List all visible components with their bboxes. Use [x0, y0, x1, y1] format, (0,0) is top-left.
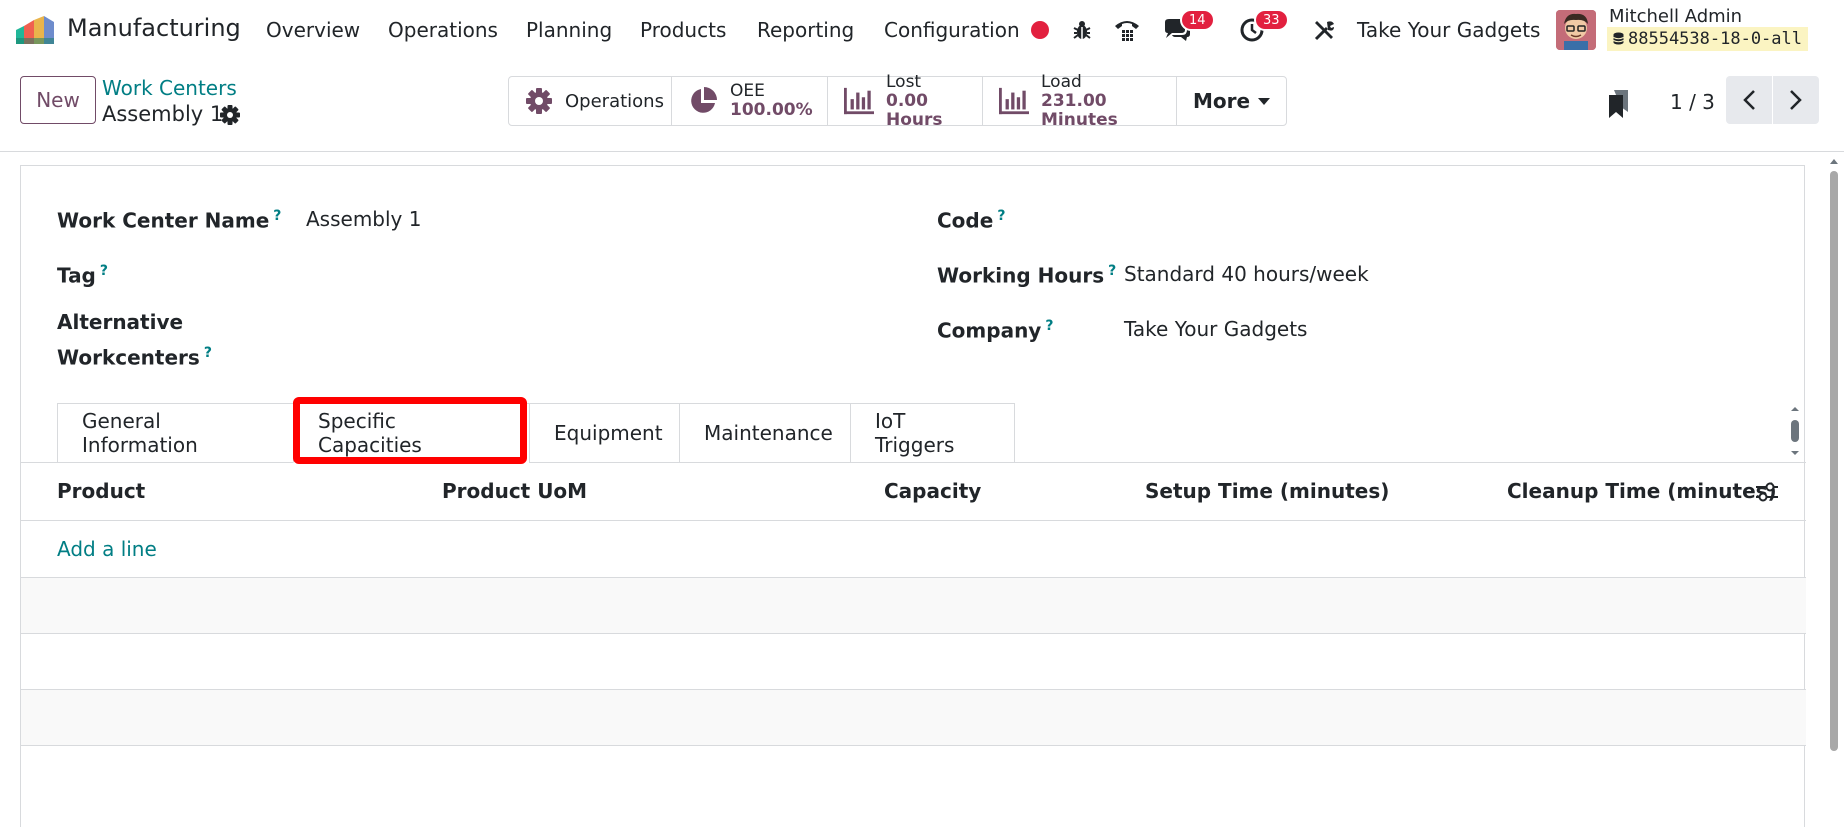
bookmark-icon[interactable]: [1606, 88, 1632, 120]
menu-reporting[interactable]: Reporting: [757, 18, 854, 42]
menu-planning[interactable]: Planning: [526, 18, 612, 42]
pie-chart-icon: [688, 86, 718, 116]
load-value: 231.00 Minutes: [1041, 90, 1118, 130]
more-dropdown-button[interactable]: More: [1177, 77, 1286, 125]
company-switcher[interactable]: Take Your Gadgets: [1357, 18, 1540, 42]
activities-badge: 33: [1254, 9, 1289, 31]
help-tooltip-icon[interactable]: ?: [1108, 263, 1116, 279]
column-product-uom[interactable]: Product UoM: [442, 479, 587, 503]
database-name: 88554538-18-0-all: [1607, 27, 1808, 51]
menu-configuration[interactable]: Configuration: [884, 18, 1020, 42]
phone-icon[interactable]: [1112, 16, 1142, 44]
help-tooltip-icon[interactable]: ?: [1045, 318, 1053, 334]
empty-table-row: [21, 690, 1806, 746]
work-center-name-field[interactable]: Assembly 1: [306, 207, 421, 231]
tab-iot-triggers[interactable]: IoT Triggers: [850, 403, 1015, 463]
gear-icon[interactable]: [219, 104, 241, 126]
lost-label: Lost: [886, 71, 922, 92]
oee-smart-button[interactable]: OEE 100.00%: [672, 77, 828, 125]
database-icon: [1613, 32, 1624, 45]
lost-value: 0.00 Hours: [886, 90, 943, 130]
column-product[interactable]: Product: [57, 479, 145, 503]
company-field[interactable]: Take Your Gadgets: [1124, 317, 1307, 341]
help-tooltip-icon[interactable]: ?: [997, 208, 1005, 224]
database-name-text: 88554538-18-0-all: [1628, 29, 1802, 49]
working-hours-label: Working Hours?: [937, 263, 1117, 288]
page-scrollbar[interactable]: [1826, 155, 1842, 827]
tools-icon[interactable]: [1312, 16, 1338, 44]
tab-equipment[interactable]: Equipment: [529, 403, 679, 463]
breadcrumb-work-centers[interactable]: Work Centers: [102, 76, 237, 100]
tab-specific-capacities[interactable]: Specific Capacities: [293, 403, 529, 463]
messages-badge: 14: [1180, 9, 1215, 31]
tag-label: Tag?: [57, 263, 109, 288]
pager-next-button[interactable]: [1773, 76, 1819, 124]
app-name[interactable]: Manufacturing: [67, 14, 241, 42]
load-smart-button[interactable]: Load 231.00 Minutes: [983, 72, 1177, 129]
add-line-row: Add a line: [21, 521, 1806, 578]
tab-general-information[interactable]: General Information: [57, 403, 293, 463]
menu-operations[interactable]: Operations: [388, 18, 498, 42]
top-navbar: Manufacturing Overview Operations Planni…: [0, 0, 1844, 60]
more-label: More: [1193, 89, 1251, 113]
operations-label: Operations: [565, 90, 664, 112]
menu-products[interactable]: Products: [640, 18, 726, 42]
column-setup-time[interactable]: Setup Time (minutes): [1145, 479, 1389, 503]
record-title: Assembly 1: [102, 102, 224, 126]
empty-table-row: [21, 578, 1806, 634]
pager-value[interactable]: 1 / 3: [1670, 90, 1715, 114]
notebook-tabs: General Information Specific Capacities …: [57, 403, 1015, 463]
bar-chart-icon: [999, 86, 1029, 116]
bug-icon[interactable]: [1070, 16, 1094, 44]
cog-icon: [525, 86, 553, 116]
lost-smart-button[interactable]: Lost 0.00 Hours: [828, 72, 983, 129]
tag-field[interactable]: [306, 262, 906, 288]
tab-maintenance[interactable]: Maintenance: [679, 403, 850, 463]
alternative-workcenters-label-line1: Alternative: [57, 310, 184, 334]
record-dot-icon[interactable]: [1030, 16, 1050, 44]
chevron-right-icon: [1790, 90, 1802, 110]
tabs-scrollbar[interactable]: [1788, 406, 1802, 456]
empty-table-row: [21, 634, 1806, 690]
capacities-table-header: Product Product UoM Capacity Setup Time …: [21, 463, 1806, 521]
working-hours-field[interactable]: Standard 40 hours/week: [1124, 262, 1369, 286]
help-tooltip-icon[interactable]: ?: [100, 263, 108, 279]
add-a-line-link[interactable]: Add a line: [57, 537, 157, 561]
smart-buttons-bar: Operations OEE 100.00% Lost 0.00 Hours L…: [508, 72, 1288, 129]
pager-previous-button[interactable]: [1726, 76, 1772, 124]
help-tooltip-icon[interactable]: ?: [204, 345, 212, 361]
oee-value: 100.00%: [730, 100, 813, 120]
optional-columns-toggle-icon[interactable]: [1754, 480, 1780, 504]
code-field[interactable]: [1124, 207, 1724, 233]
user-avatar[interactable]: [1556, 10, 1596, 50]
user-name[interactable]: Mitchell Admin: [1609, 6, 1742, 27]
control-panel: New Work Centers Assembly 1 Operations O…: [0, 60, 1844, 152]
new-button[interactable]: New: [20, 76, 96, 124]
form-sheet: Work Center Name? Assembly 1 Tag? Altern…: [20, 165, 1806, 827]
column-capacity[interactable]: Capacity: [884, 479, 981, 503]
caret-down-icon: [1258, 97, 1271, 105]
oee-label: OEE: [730, 81, 765, 101]
operations-smart-button[interactable]: Operations: [509, 77, 672, 125]
work-center-name-label: Work Center Name?: [57, 208, 282, 233]
alternative-workcenters-label-line2: Workcenters?: [57, 345, 212, 370]
chevron-left-icon: [1743, 90, 1755, 110]
help-tooltip-icon[interactable]: ?: [273, 208, 281, 224]
column-cleanup-time[interactable]: Cleanup Time (minutes): [1507, 479, 1777, 503]
company-label: Company?: [937, 318, 1054, 343]
code-label: Code?: [937, 208, 1006, 233]
load-label: Load: [1041, 71, 1082, 92]
alternative-workcenters-field[interactable]: [306, 316, 906, 342]
menu-overview[interactable]: Overview: [266, 18, 360, 42]
manufacturing-app-icon[interactable]: [16, 16, 54, 44]
bar-chart-icon: [844, 86, 874, 116]
